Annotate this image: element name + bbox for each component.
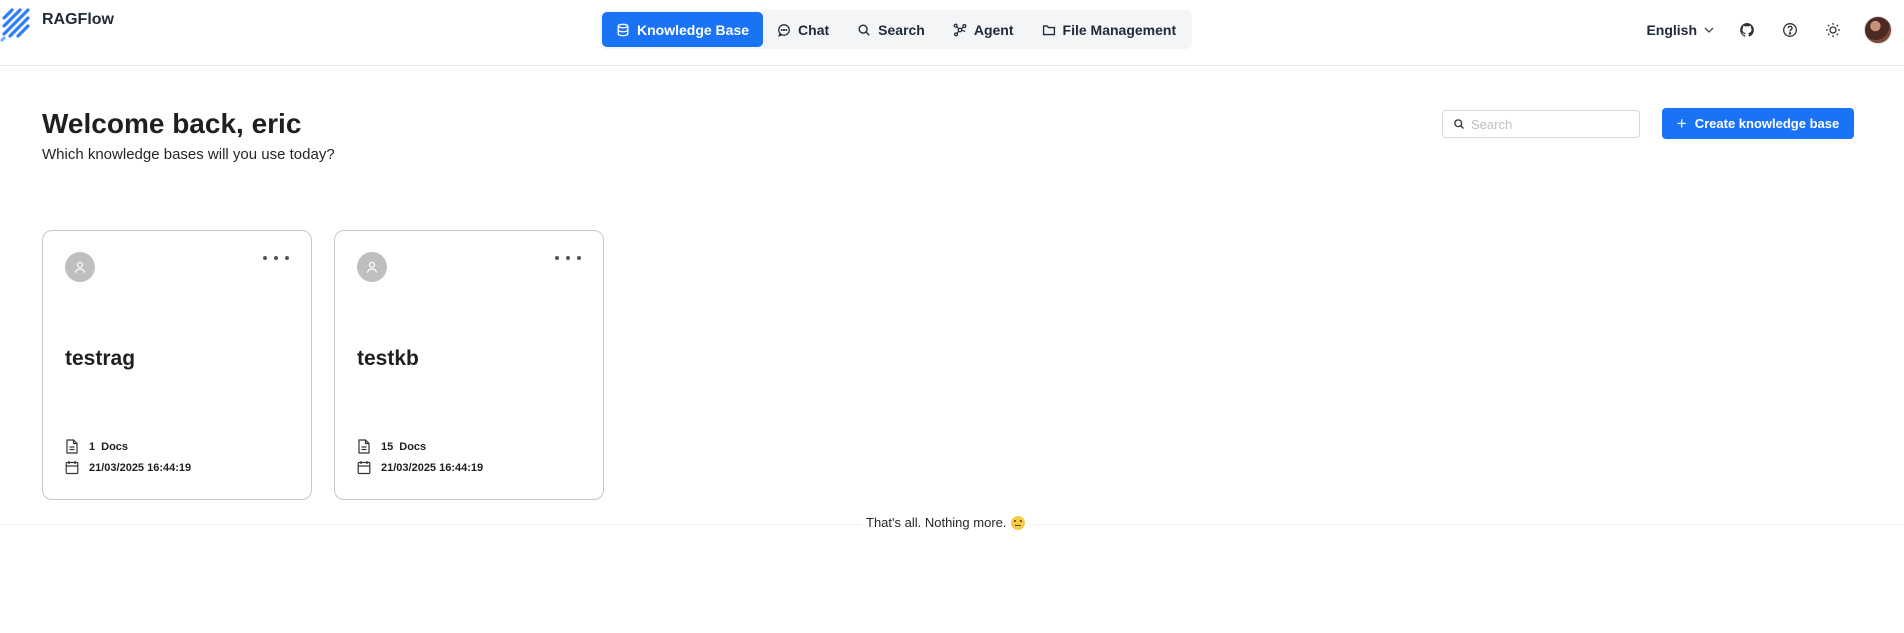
calendar-icon (357, 461, 371, 475)
search-input[interactable] (1471, 116, 1631, 132)
search-icon (1454, 119, 1464, 129)
nav-label: Knowledge Base (637, 21, 750, 38)
nav-knowledge-base[interactable]: Knowledge Base (602, 12, 764, 47)
document-icon (66, 439, 78, 454)
user-avatar[interactable] (1864, 16, 1892, 44)
knowledge-base-card[interactable]: testrag 1 Docs 21/03/2025 16:44:19 (42, 230, 312, 500)
chat-bubble-icon (778, 23, 790, 37)
user-icon (366, 261, 378, 273)
kb-date: 21/03/2025 16:44:19 (357, 460, 483, 475)
nav-file-management[interactable]: File Management (1028, 12, 1191, 47)
kb-date-text: 21/03/2025 16:44:19 (89, 461, 192, 474)
more-options-icon[interactable] (555, 251, 581, 265)
main-nav: Knowledge Base Chat Search Agent File Ma… (600, 10, 1193, 49)
nav-label: File Management (1062, 21, 1177, 38)
help-button[interactable] (1778, 18, 1802, 42)
top-header: RAGFlow Knowledge Base Chat Search Agent… (0, 0, 1904, 66)
page-subtitle: Which knowledge bases will you use today… (42, 146, 335, 163)
knowledge-base-card[interactable]: testkb 15 Docs 21/03/2025 16:44:19 (334, 230, 604, 500)
nav-label: Agent (973, 21, 1014, 38)
agent-graph-icon (953, 23, 967, 36)
neutral-face-emoji-icon (1010, 515, 1025, 530)
chevron-down-icon (1704, 27, 1714, 33)
kb-docs: 1 Docs (65, 439, 128, 454)
github-button[interactable] (1735, 18, 1759, 42)
nav-agent[interactable]: Agent (939, 12, 1028, 47)
header-actions: English (1646, 16, 1892, 44)
nav-label: Search (878, 21, 925, 38)
document-icon (358, 439, 370, 454)
kb-avatar (357, 252, 387, 282)
docs-label: Docs (399, 440, 427, 453)
brand[interactable]: RAGFlow (0, 6, 114, 42)
docs-label: Docs (101, 440, 129, 453)
more-options-icon[interactable] (263, 251, 289, 265)
plus-icon: + (1676, 114, 1687, 133)
docs-count: 15 (381, 440, 394, 453)
create-knowledge-base-button[interactable]: + Create knowledge base (1662, 108, 1854, 139)
docs-count: 1 (89, 440, 96, 453)
page-title: Welcome back, eric (42, 108, 302, 139)
list-end-note: That's all. Nothing more. (862, 515, 1029, 530)
create-button-label: Create knowledge base (1694, 116, 1840, 131)
github-icon (1740, 23, 1754, 37)
nav-search[interactable]: Search (843, 12, 939, 47)
kb-date: 21/03/2025 16:44:19 (65, 460, 191, 475)
kb-name: testkb (357, 347, 419, 370)
sun-icon (1826, 23, 1840, 37)
folder-icon (1042, 24, 1055, 35)
ragflow-logo-icon (0, 8, 30, 42)
user-icon (74, 261, 86, 273)
kb-docs: 15 Docs (357, 439, 426, 454)
calendar-icon (65, 461, 79, 475)
search-field (1442, 110, 1640, 138)
database-icon (617, 23, 629, 36)
nav-label: Chat (798, 21, 830, 38)
kb-date-text: 21/03/2025 16:44:19 (381, 461, 484, 474)
end-note-text: That's all. Nothing more. (866, 515, 1007, 530)
language-label: English (1646, 22, 1697, 38)
kb-avatar (65, 252, 95, 282)
kb-name: testrag (65, 347, 136, 370)
search-icon (858, 23, 870, 36)
nav-chat[interactable]: Chat (763, 12, 843, 47)
help-circle-icon (1783, 23, 1797, 37)
language-selector[interactable]: English (1646, 22, 1715, 38)
theme-toggle-button[interactable] (1821, 18, 1845, 42)
brand-name: RAGFlow (42, 11, 114, 28)
